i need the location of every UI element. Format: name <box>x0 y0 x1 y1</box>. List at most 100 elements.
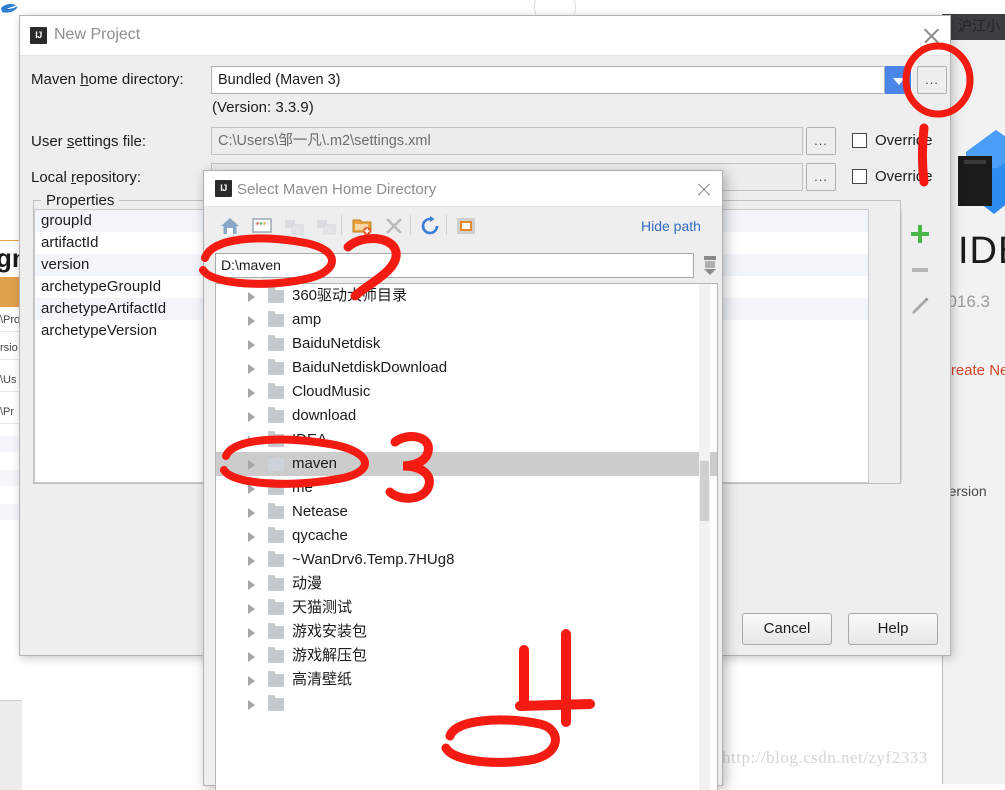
new-folder-icon[interactable] <box>351 215 373 237</box>
override-checkbox-local-repository[interactable] <box>852 169 867 184</box>
home-icon[interactable] <box>219 215 241 237</box>
maven-home-browse-button[interactable]: ... <box>917 66 947 94</box>
chevron-right-icon[interactable] <box>248 316 255 326</box>
tree-item[interactable]: amp <box>216 308 717 332</box>
close-icon[interactable] <box>694 180 714 200</box>
sliver-highlight-block <box>0 277 20 307</box>
screenshot-root: 沪江小 IDEA 2016.3 Create New Project Versi… <box>0 0 1005 790</box>
intellij-badge-icon: IJ <box>30 27 47 44</box>
tree-item-label: qycache <box>292 527 348 544</box>
tree-item-label: maven <box>292 455 338 472</box>
maven-home-dropdown-button[interactable] <box>885 66 911 94</box>
chevron-right-icon[interactable] <box>248 292 255 302</box>
refresh-icon[interactable] <box>419 215 441 237</box>
tree-item-maven[interactable]: maven <box>216 452 717 476</box>
folder-icon <box>268 695 284 711</box>
browser-tab-title: 沪江小 <box>958 18 1000 34</box>
tree-scrollbar-thumb[interactable] <box>700 461 709 521</box>
folder-icon <box>268 623 284 639</box>
hide-path-link[interactable]: Hide path <box>641 218 701 234</box>
intellij-badge-icon: IJ <box>215 180 232 197</box>
tree-item[interactable]: me <box>216 476 717 500</box>
folder-icon <box>268 599 284 615</box>
tree-item-label: BaiduNetdiskDownload <box>292 359 448 376</box>
tree-item-label: CloudMusic <box>292 383 371 400</box>
user-settings-input[interactable]: C:\Users\邹一凡\.m2\settings.xml <box>211 127 803 155</box>
folder-icon <box>268 335 284 351</box>
tree-scrollbar[interactable] <box>699 284 710 790</box>
chevron-right-icon[interactable] <box>248 556 255 566</box>
chevron-right-icon[interactable] <box>248 460 255 470</box>
plus-icon[interactable] <box>909 223 931 245</box>
chevron-right-icon[interactable] <box>248 388 255 398</box>
tree-item[interactable]: 动漫 <box>216 572 717 596</box>
new-project-help-button[interactable]: Help <box>848 613 938 645</box>
tree-item-label: ~WanDrv6.Temp.7HUg8 <box>292 551 455 568</box>
minus-icon[interactable] <box>909 259 931 281</box>
chevron-right-icon[interactable] <box>248 532 255 542</box>
tree-item[interactable]: ~WanDrv6.Temp.7HUg8 <box>216 548 717 572</box>
chevron-right-icon[interactable] <box>248 652 255 662</box>
directory-tree[interactable]: 360驱动大师目录 amp BaiduNetdisk BaiduNetdiskD… <box>215 283 718 790</box>
override-label-local-repository: Override <box>875 168 933 185</box>
pencil-icon[interactable] <box>909 295 931 317</box>
override-checkbox-user-settings[interactable] <box>852 133 867 148</box>
tree-item[interactable]: CloudMusic <box>216 380 717 404</box>
folder-icon <box>268 479 284 495</box>
tree-item[interactable]: BaiduNetdisk <box>216 332 717 356</box>
drop-target-icon[interactable] <box>701 253 719 277</box>
collapse-all-icon[interactable] <box>315 215 337 237</box>
tree-item[interactable] <box>216 692 717 716</box>
user-settings-browse-button[interactable]: ... <box>806 127 836 155</box>
show-hidden-icon[interactable] <box>455 215 477 237</box>
folder-icon <box>268 407 284 423</box>
chevron-right-icon[interactable] <box>248 628 255 638</box>
tree-item[interactable]: 天猫测试 <box>216 596 717 620</box>
chevron-right-icon[interactable] <box>248 676 255 686</box>
tree-item[interactable]: 游戏解压包 <box>216 644 717 668</box>
toolbar-divider <box>446 215 447 235</box>
close-icon[interactable] <box>920 24 944 48</box>
tree-item-label: IDEA <box>292 431 328 448</box>
toolbar-divider <box>410 215 411 235</box>
tree-item[interactable]: qycache <box>216 524 717 548</box>
chevron-right-icon[interactable] <box>248 580 255 590</box>
tree-item[interactable]: IDEA <box>216 428 717 452</box>
override-label-user-settings: Override <box>875 132 933 149</box>
chevron-right-icon[interactable] <box>248 700 255 710</box>
properties-group-title: Properties <box>41 192 120 209</box>
local-repository-browse-button[interactable]: ... <box>806 163 836 191</box>
tree-item[interactable]: 360驱动大师目录 <box>216 284 717 308</box>
chevron-right-icon[interactable] <box>248 436 255 446</box>
chevron-right-icon[interactable] <box>248 484 255 494</box>
chevron-down-icon <box>893 78 905 85</box>
chevron-right-icon[interactable] <box>248 340 255 350</box>
tree-item-label: 天猫测试 <box>292 599 353 616</box>
sliver-rule <box>0 240 20 241</box>
path-input[interactable]: D:\maven <box>215 253 694 278</box>
tree-item[interactable]: 高清壁纸 <box>216 668 717 692</box>
desktop-icon[interactable] <box>251 215 273 237</box>
properties-side-buttons <box>901 209 937 483</box>
maven-home-input[interactable]: Bundled (Maven 3) <box>211 66 885 94</box>
chevron-right-icon[interactable] <box>248 508 255 518</box>
delete-icon[interactable] <box>383 215 405 237</box>
folder-icon <box>268 431 284 447</box>
tree-item[interactable]: Netease <box>216 500 717 524</box>
chevron-right-icon[interactable] <box>248 364 255 374</box>
chevron-right-icon[interactable] <box>248 412 255 422</box>
new-project-cancel-button[interactable]: Cancel <box>742 613 832 645</box>
expand-all-icon[interactable] <box>283 215 305 237</box>
sliver-row: \Pro <box>0 312 21 332</box>
chevron-right-icon[interactable] <box>248 604 255 614</box>
tree-item[interactable]: download <box>216 404 717 428</box>
user-settings-label: User settings file: <box>31 133 147 150</box>
local-repository-label: Local repository: <box>31 169 142 186</box>
folder-icon <box>268 647 284 663</box>
maven-version-text: (Version: 3.3.9) <box>212 99 314 116</box>
tree-item[interactable]: 游戏安装包 <box>216 620 717 644</box>
folder-icon <box>268 527 284 543</box>
sliver-row: \Pr <box>0 404 21 424</box>
tree-item-label: Netease <box>292 503 348 520</box>
tree-item[interactable]: BaiduNetdiskDownload <box>216 356 717 380</box>
